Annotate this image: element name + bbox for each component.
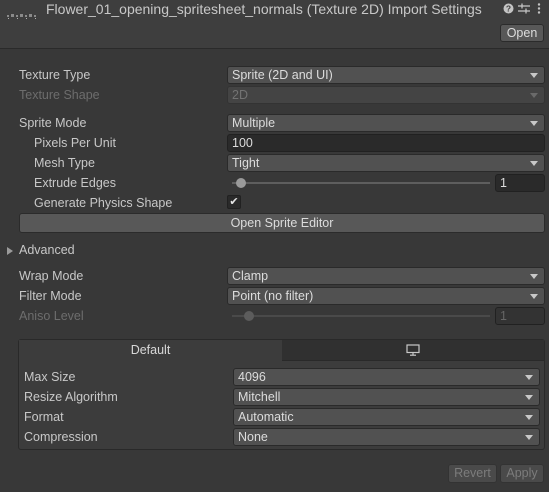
format-value: Automatic: [238, 410, 294, 424]
wrap-mode-dropdown[interactable]: Clamp: [227, 267, 545, 285]
mesh-type-label: Mesh Type: [34, 156, 95, 170]
tab-default[interactable]: Default: [19, 340, 282, 361]
chevron-down-icon: [530, 274, 538, 279]
compression-value: None: [238, 430, 268, 444]
texture-shape-dropdown: 2D: [227, 86, 545, 104]
texture-type-dropdown[interactable]: Sprite (2D and UI): [227, 66, 545, 84]
filter-mode-label: Filter Mode: [19, 289, 82, 303]
chevron-down-icon: [530, 161, 538, 166]
chevron-down-icon: [530, 73, 538, 78]
wrap-mode-label: Wrap Mode: [19, 269, 84, 283]
compression-dropdown[interactable]: None: [233, 428, 540, 446]
help-icon[interactable]: ?: [503, 3, 514, 14]
max-size-dropdown[interactable]: 4096: [233, 368, 540, 386]
chevron-down-icon: [530, 93, 538, 98]
chevron-down-icon: [525, 435, 533, 440]
monitor-icon: [406, 344, 420, 356]
advanced-foldout-label[interactable]: Advanced: [19, 243, 75, 257]
filter-mode-value: Point (no filter): [232, 289, 314, 303]
resize-algorithm-dropdown[interactable]: Mitchell: [233, 388, 540, 406]
texture-type-value: Sprite (2D and UI): [232, 68, 333, 82]
sprite-mode-label: Sprite Mode: [19, 116, 87, 130]
texture-shape-value: 2D: [232, 88, 248, 102]
extrude-edges-field[interactable]: 1: [495, 174, 545, 192]
aniso-level-label: Aniso Level: [19, 309, 84, 323]
foldout-arrow-icon[interactable]: [7, 247, 13, 255]
tab-standalone[interactable]: [282, 340, 544, 361]
checkmark-icon: ✔: [229, 196, 239, 208]
chevron-down-icon: [525, 375, 533, 380]
texture-shape-label: Texture Shape: [19, 88, 100, 102]
aniso-level-slider-track: [232, 315, 490, 317]
resize-algorithm-value: Mitchell: [238, 390, 281, 404]
chevron-down-icon: [525, 415, 533, 420]
apply-button[interactable]: Apply: [500, 464, 544, 483]
sprite-mode-value: Multiple: [232, 116, 276, 130]
max-size-label: Max Size: [24, 370, 76, 384]
max-size-value: 4096: [238, 370, 266, 384]
extrude-edges-label: Extrude Edges: [34, 176, 116, 190]
preset-sliders-icon[interactable]: [518, 3, 530, 14]
resize-algorithm-label: Resize Algorithm: [24, 390, 118, 404]
revert-button[interactable]: Revert: [448, 464, 497, 483]
kebab-menu-icon[interactable]: [536, 3, 542, 14]
aniso-level-slider-handle: [244, 311, 254, 321]
mesh-type-dropdown[interactable]: Tight: [227, 154, 545, 172]
sprite-mode-dropdown[interactable]: Multiple: [227, 114, 545, 132]
filter-mode-dropdown[interactable]: Point (no filter): [227, 287, 545, 305]
generate-physics-shape-label: Generate Physics Shape: [34, 196, 173, 210]
format-dropdown[interactable]: Automatic: [233, 408, 540, 426]
chevron-down-icon: [530, 121, 538, 126]
mesh-type-value: Tight: [232, 156, 260, 170]
chevron-down-icon: [530, 294, 538, 299]
open-sprite-editor-button[interactable]: Open Sprite Editor: [19, 213, 545, 233]
pixels-per-unit-label: Pixels Per Unit: [34, 136, 116, 150]
compression-label: Compression: [24, 430, 98, 444]
extrude-edges-slider-track[interactable]: [232, 182, 490, 184]
texture-type-label: Texture Type: [19, 68, 91, 82]
pixels-per-unit-field[interactable]: 100: [227, 134, 545, 152]
svg-text:?: ?: [506, 4, 511, 14]
chevron-down-icon: [525, 395, 533, 400]
inspector-title: Flower_01_opening_spritesheet_normals (T…: [46, 1, 482, 17]
extrude-edges-slider-handle[interactable]: [236, 178, 246, 188]
wrap-mode-value: Clamp: [232, 269, 269, 283]
texture-thumbnail-icon: [7, 14, 36, 19]
open-button[interactable]: Open: [500, 24, 544, 42]
aniso-level-field: 1: [495, 307, 545, 325]
generate-physics-shape-checkbox[interactable]: ✔: [227, 195, 241, 209]
format-label: Format: [24, 410, 64, 424]
